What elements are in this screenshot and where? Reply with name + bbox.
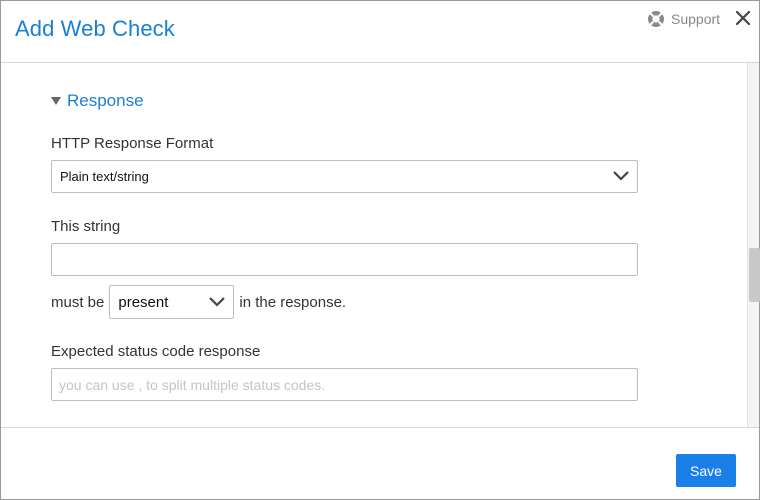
scrollbar-track[interactable]	[747, 63, 760, 427]
status-code-input[interactable]	[51, 368, 638, 401]
save-button[interactable]: Save	[676, 454, 736, 487]
condition-prefix: must be	[51, 293, 105, 311]
lifebuoy-icon	[648, 11, 664, 27]
support-link[interactable]: Support	[647, 9, 720, 29]
status-code-label: Expected status code response	[51, 343, 261, 360]
response-format-select[interactable]: Plain text/string	[51, 160, 638, 193]
support-label: Support	[671, 11, 721, 27]
response-format-value: Plain text/string	[60, 169, 149, 184]
response-section-toggle[interactable]: Response	[51, 91, 144, 111]
condition-row: must be present in the response.	[51, 285, 346, 319]
caret-down-icon	[51, 97, 61, 105]
form-content: Response HTTP Response Format Plain text…	[1, 63, 747, 427]
add-web-check-dialog: Add Web Check Support Response HTTP Resp…	[0, 0, 760, 500]
chevron-down-icon	[613, 171, 629, 181]
dialog-footer: Save	[1, 427, 759, 499]
close-icon[interactable]	[733, 8, 753, 28]
condition-value: present	[118, 294, 169, 311]
condition-select[interactable]: present	[109, 285, 235, 319]
dialog-body: Response HTTP Response Format Plain text…	[1, 63, 760, 427]
condition-suffix: in the response.	[239, 293, 347, 311]
response-format-label: HTTP Response Format	[51, 135, 214, 152]
dialog-header: Add Web Check Support	[1, 1, 759, 63]
scrollbar-thumb[interactable]	[749, 248, 760, 302]
section-title: Response	[67, 91, 144, 110]
chevron-down-icon	[209, 297, 226, 307]
this-string-input[interactable]	[51, 243, 638, 276]
this-string-label: This string	[51, 218, 121, 235]
dialog-title: Add Web Check	[15, 16, 175, 41]
